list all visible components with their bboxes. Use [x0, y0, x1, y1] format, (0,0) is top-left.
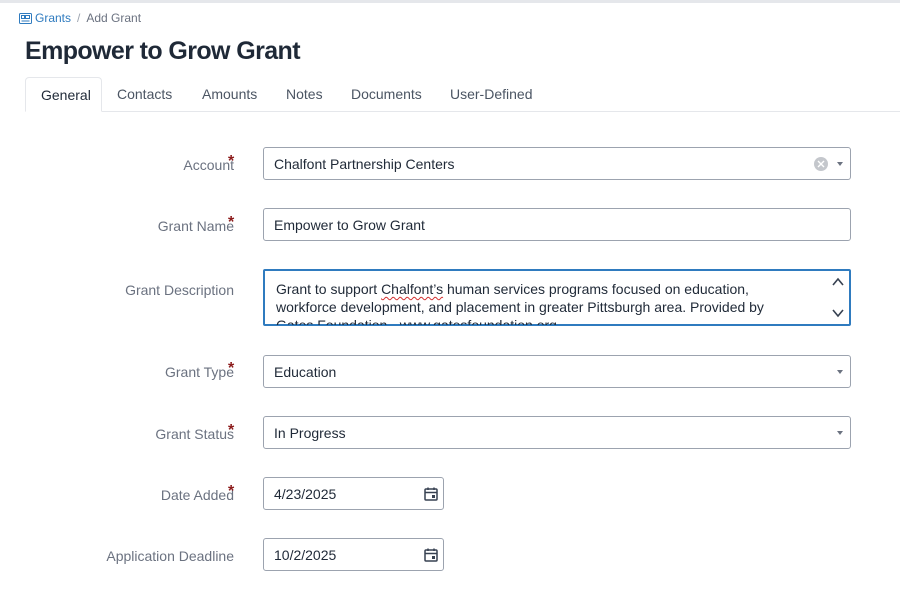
scroll-up-icon[interactable]	[830, 275, 846, 289]
grant-type-label: Grant Type	[164, 364, 234, 380]
tab-notes[interactable]: Notes	[271, 77, 338, 111]
breadcrumb: Grants / Add Grant	[19, 11, 141, 25]
tab-user-defined[interactable]: User-Defined	[435, 77, 547, 111]
required-marker: *	[228, 483, 235, 500]
grants-icon	[19, 12, 32, 24]
account-select[interactable]: Chalfont Partnership Centers	[263, 147, 851, 180]
application-deadline-value: 10/2/2025	[274, 546, 337, 563]
account-value: Chalfont Partnership Centers	[274, 155, 455, 172]
chevron-down-icon[interactable]	[837, 430, 843, 435]
tab-bar: General Contacts Amounts Notes Documents…	[25, 77, 900, 112]
scroll-down-icon[interactable]	[830, 306, 846, 320]
clear-icon[interactable]	[814, 156, 828, 171]
tab-documents[interactable]: Documents	[336, 77, 437, 111]
required-marker: *	[228, 360, 235, 377]
grant-type-select[interactable]: Education	[263, 355, 851, 388]
breadcrumb-current: Add Grant	[86, 11, 142, 25]
spelling-flagged-word: Chalfont’s	[381, 281, 444, 297]
date-added-value: 4/23/2025	[274, 485, 337, 502]
tab-contacts[interactable]: Contacts	[102, 77, 187, 111]
top-border	[0, 0, 900, 3]
chevron-down-icon[interactable]	[837, 161, 843, 166]
breadcrumb-grants-link[interactable]: Grants	[19, 11, 71, 25]
grant-status-label: Grant Status	[155, 426, 234, 442]
grant-description-textarea[interactable]: Grant to support Chalfont’s human servic…	[263, 269, 851, 326]
breadcrumb-grants-label: Grants	[35, 11, 72, 25]
grant-name-input[interactable]: Empower to Grow Grant	[263, 208, 851, 241]
grant-type-value: Education	[274, 363, 337, 380]
required-marker: *	[228, 214, 235, 231]
application-deadline-input[interactable]: 10/2/2025	[263, 538, 444, 571]
date-added-label: Date Added	[160, 487, 234, 503]
grant-status-value: In Progress	[274, 424, 346, 441]
calendar-icon[interactable]	[423, 547, 439, 563]
account-label: Account	[183, 157, 234, 173]
calendar-icon[interactable]	[423, 486, 439, 502]
application-deadline-label: Application Deadline	[106, 548, 234, 564]
grant-status-select[interactable]: In Progress	[263, 416, 851, 449]
required-marker: *	[228, 422, 235, 439]
grant-description-label: Grant Description	[125, 282, 234, 298]
grant-description-text: Grant to support Chalfont’s human servic…	[276, 281, 764, 325]
breadcrumb-separator: /	[77, 11, 81, 25]
required-marker: *	[228, 153, 235, 170]
tab-amounts[interactable]: Amounts	[187, 77, 272, 111]
date-added-input[interactable]: 4/23/2025	[263, 477, 444, 510]
chevron-down-icon[interactable]	[837, 369, 843, 374]
grant-name-label: Grant Name	[157, 218, 234, 234]
grant-name-value: Empower to Grow Grant	[274, 216, 425, 233]
tab-general[interactable]: General	[25, 77, 102, 112]
page-title: Empower to Grow Grant	[25, 37, 301, 65]
